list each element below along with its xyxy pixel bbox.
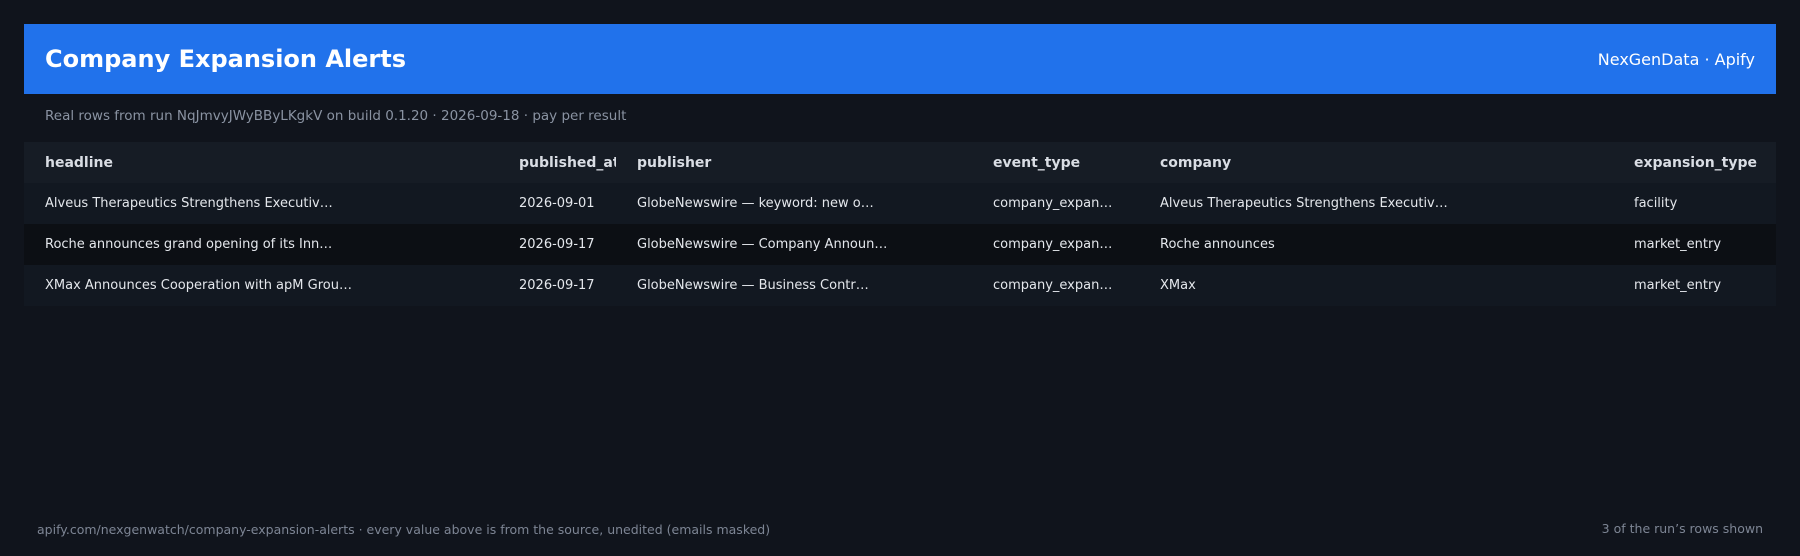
run-info: Real rows from run NqJmvyJWyBByLKgkV on … xyxy=(45,108,627,124)
column-header-publisher[interactable]: publisher xyxy=(616,142,972,183)
column-header-headline[interactable]: headline xyxy=(24,142,498,183)
table-row[interactable]: Roche announces grand opening of its Inn… xyxy=(24,224,1776,265)
cell-publisher: GlobeNewswire — keyword: new o… xyxy=(616,183,972,224)
cell-company: Roche announces xyxy=(1139,224,1613,265)
column-header-event-type[interactable]: event_type xyxy=(972,142,1139,183)
cell-publisher: GlobeNewswire — Business Contr… xyxy=(616,265,972,306)
table-row[interactable]: Alveus Therapeutics Strengthens Executiv… xyxy=(24,183,1776,224)
row-count-footer: 3 of the run’s rows shown xyxy=(1601,521,1763,536)
cell-company: Alveus Therapeutics Strengthens Executiv… xyxy=(1139,183,1613,224)
column-header-published-at[interactable]: published_at xyxy=(498,142,616,183)
page: Company Expansion Alerts NexGenData · Ap… xyxy=(0,0,1800,556)
cell-expansion-type: market_entry xyxy=(1613,265,1776,306)
cell-headline: Alveus Therapeutics Strengthens Executiv… xyxy=(24,183,498,224)
cell-headline: XMax Announces Cooperation with apM Grou… xyxy=(24,265,498,306)
column-header-company[interactable]: company xyxy=(1139,142,1613,183)
column-header-expansion-type[interactable]: expansion_type xyxy=(1613,142,1776,183)
table-row[interactable]: XMax Announces Cooperation with apM Grou… xyxy=(24,265,1776,306)
source-footer: apify.com/nexgenwatch/company-expansion-… xyxy=(37,522,771,537)
cell-event-type: company_expan… xyxy=(972,265,1139,306)
cell-event-type: company_expan… xyxy=(972,224,1139,265)
page-title: Company Expansion Alerts xyxy=(45,45,407,73)
brand-label: NexGenData · Apify xyxy=(1597,49,1755,69)
header-bar: Company Expansion Alerts NexGenData · Ap… xyxy=(24,24,1776,94)
cell-publisher: GlobeNewswire — Company Announ… xyxy=(616,224,972,265)
cell-event-type: company_expan… xyxy=(972,183,1139,224)
cell-published-at: 2026-09-01 xyxy=(498,183,616,224)
cell-expansion-type: facility xyxy=(1613,183,1776,224)
cell-published-at: 2026-09-17 xyxy=(498,265,616,306)
table-header-row: headline published_at publisher event_ty… xyxy=(24,142,1776,183)
cell-company: XMax xyxy=(1139,265,1613,306)
results-table: headline published_at publisher event_ty… xyxy=(24,142,1776,306)
cell-published-at: 2026-09-17 xyxy=(498,224,616,265)
cell-headline: Roche announces grand opening of its Inn… xyxy=(24,224,498,265)
cell-expansion-type: market_entry xyxy=(1613,224,1776,265)
